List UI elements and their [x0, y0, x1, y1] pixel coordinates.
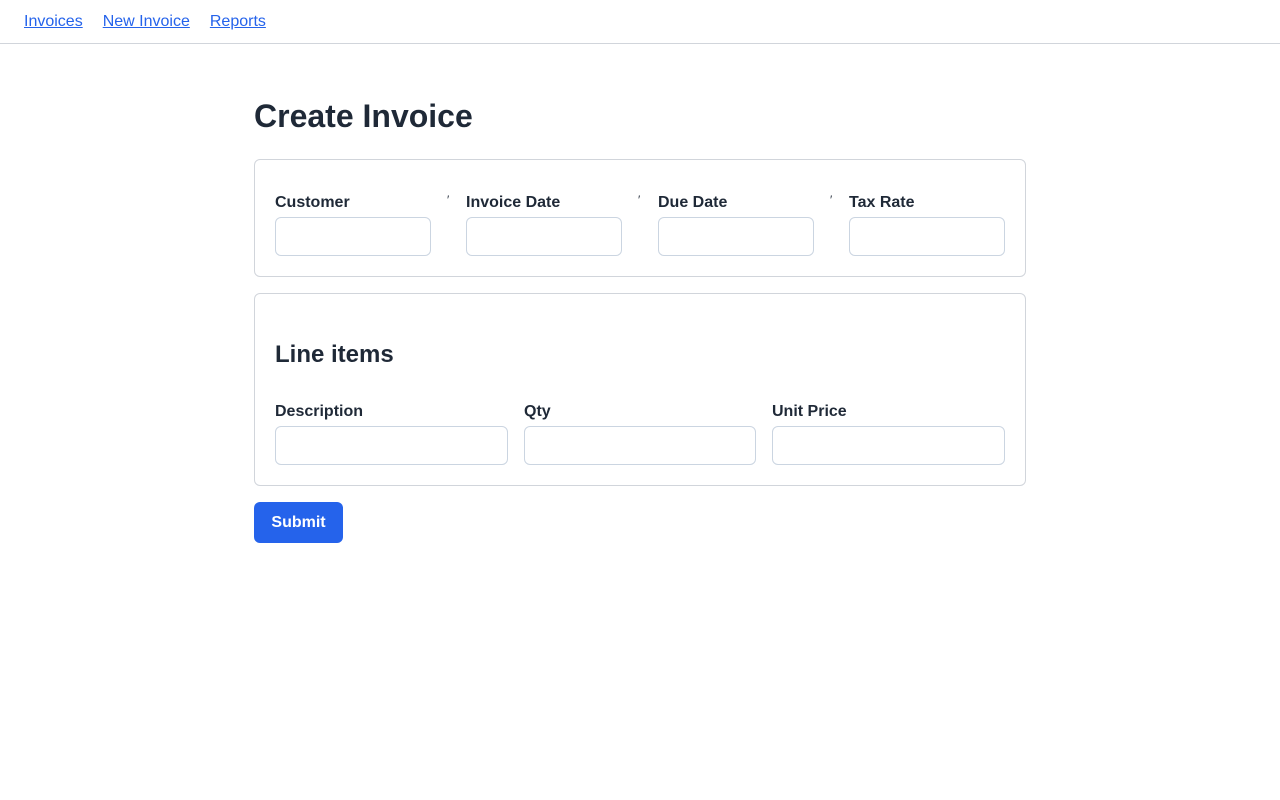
unit-price-label: Unit Price — [772, 403, 847, 420]
invoice-date-input[interactable] — [466, 217, 622, 256]
customer-input[interactable] — [275, 217, 431, 256]
nav-link-reports[interactable]: Reports — [210, 13, 266, 31]
separator-mark: ′ — [830, 193, 833, 207]
separator-mark: ′ — [447, 193, 450, 207]
due-date-label: Due Date — [658, 194, 728, 211]
page-title: Create Invoice — [254, 98, 473, 134]
due-date-input[interactable] — [658, 217, 814, 256]
submit-button[interactable]: Submit — [254, 502, 343, 543]
qty-label: Qty — [524, 403, 551, 420]
line-items-title: Line items — [275, 341, 394, 368]
nav-link-new-invoice[interactable]: New Invoice — [103, 13, 190, 31]
line-items-card: Line items Description Qty Unit Price — [254, 293, 1026, 486]
tax-rate-input[interactable] — [849, 217, 1005, 256]
top-navigation: Invoices New Invoice Reports — [0, 0, 1280, 44]
separator-mark: ′ — [638, 193, 641, 207]
qty-input[interactable] — [524, 426, 756, 465]
nav-link-invoices[interactable]: Invoices — [24, 13, 83, 31]
tax-rate-label: Tax Rate — [849, 194, 915, 211]
description-input[interactable] — [275, 426, 508, 465]
customer-label: Customer — [275, 194, 350, 211]
invoice-details-card: Customer ′ Invoice Date ′ Due Date ′ Tax… — [254, 159, 1026, 277]
description-label: Description — [275, 403, 364, 420]
unit-price-input[interactable] — [772, 426, 1005, 465]
invoice-date-label: Invoice Date — [466, 194, 561, 211]
